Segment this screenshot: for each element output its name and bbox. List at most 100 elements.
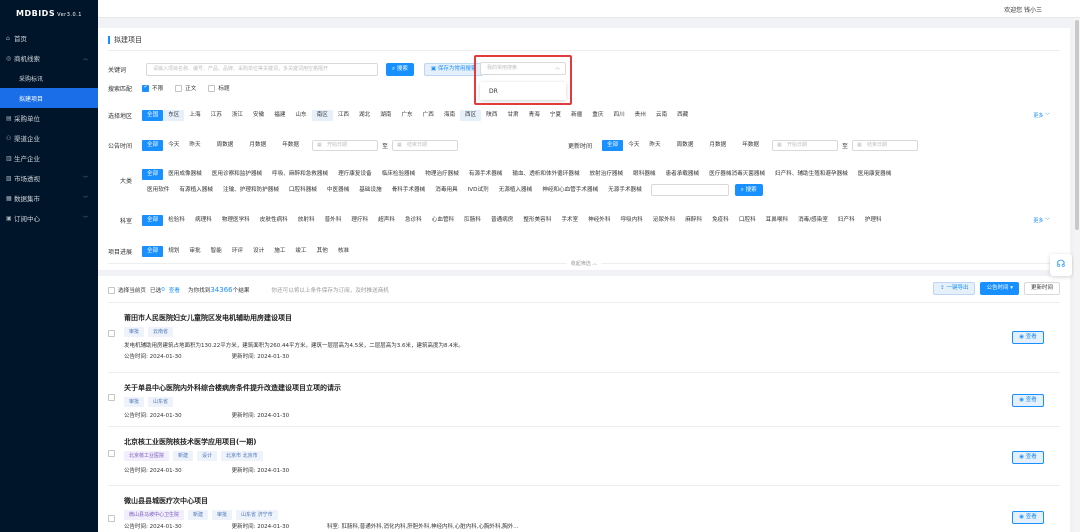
department-tag[interactable]: 病理科 bbox=[190, 215, 217, 226]
view-button[interactable]: ◉ 查看 bbox=[1012, 511, 1044, 524]
progress-tag[interactable]: 施工 bbox=[269, 246, 290, 257]
progress-tag[interactable]: 环评 bbox=[227, 246, 248, 257]
category-tag[interactable]: 无源植入器械 bbox=[494, 185, 538, 196]
update-time-tag[interactable]: 月数据 bbox=[704, 140, 731, 151]
select-page-checkbox[interactable] bbox=[108, 286, 115, 294]
list-item[interactable]: 关于单县中心医院内外科综合楼病房条件提升改造建设项目立项的请示 审批 山东省 公… bbox=[108, 372, 1060, 422]
match-unlimited-checkbox[interactable] bbox=[142, 83, 149, 92]
update-start-date[interactable]: 开始日期 bbox=[772, 139, 839, 151]
department-tag[interactable]: 免疫科 bbox=[707, 215, 734, 226]
department-tag[interactable]: 普通病房 bbox=[486, 215, 518, 226]
publish-time-tag[interactable]: 昨天 bbox=[184, 140, 205, 151]
list-item[interactable]: 微山县县城医疗次中心项目 微山县马坡中心卫生院 新建 审批 山东省 济宁市 公告… bbox=[108, 485, 1060, 532]
publish-time-tag[interactable]: 今天 bbox=[163, 140, 184, 151]
list-item[interactable]: 莆田市人民医院妇女儿童院区发电机辅助用房建设项目 审批 云南省 发电机辅助用房建… bbox=[108, 302, 1060, 368]
progress-tag[interactable]: 审批 bbox=[184, 246, 205, 257]
sidebar-item-leads[interactable]: ◎ 商机线索 ︿ bbox=[0, 48, 98, 68]
export-button[interactable]: ⇪ 一键导出 bbox=[933, 282, 976, 295]
region-tag[interactable]: 青海 bbox=[524, 110, 545, 121]
progress-tag[interactable]: 其他 bbox=[312, 246, 333, 257]
category-tag[interactable]: IVD试剂 bbox=[463, 185, 494, 196]
region-tag[interactable]: 福建 bbox=[269, 110, 290, 121]
department-tag[interactable]: 普外科 bbox=[320, 215, 347, 226]
sort-update-time-button[interactable]: 更新时间 bbox=[1023, 282, 1060, 295]
match-title-checkbox[interactable] bbox=[208, 84, 216, 92]
project-title[interactable]: 关于单县中心医院内外科综合楼病房条件提升改造建设项目立项的请示 bbox=[124, 383, 341, 393]
sidebar-item-channels[interactable]: ⚇ 渠道企业 bbox=[0, 128, 98, 148]
category-search-input[interactable] bbox=[650, 184, 729, 196]
view-button[interactable]: ◉ 查看 bbox=[1012, 394, 1044, 407]
list-item[interactable]: 北京核工业医院核技术医学应用项目(一期) 北京核工业医院 新建 设计 北京市 北… bbox=[108, 426, 1060, 482]
region-tag[interactable]: 江苏 bbox=[206, 110, 227, 121]
category-tag[interactable]: 患者承载器械 bbox=[661, 169, 705, 180]
update-time-tag[interactable]: 年数据 bbox=[737, 140, 764, 151]
match-body-checkbox[interactable] bbox=[175, 84, 183, 92]
region-tag[interactable]: 新疆 bbox=[566, 110, 587, 121]
region-tag[interactable]: 安徽 bbox=[248, 110, 269, 121]
category-tag[interactable]: 消毒用具 bbox=[430, 185, 462, 196]
department-tag[interactable]: 皮肤性病科 bbox=[255, 215, 293, 226]
region-tag[interactable]: 宁夏 bbox=[545, 110, 566, 121]
publish-start-date[interactable]: 开始日期 bbox=[312, 139, 378, 151]
department-tag[interactable]: 急诊科 bbox=[400, 215, 427, 226]
category-tag[interactable]: 医用成像器械 bbox=[163, 169, 207, 180]
category-tag[interactable]: 骨科手术器械 bbox=[387, 185, 431, 196]
progress-tag[interactable]: 全部 bbox=[142, 245, 164, 257]
department-tag[interactable]: 整形美容科 bbox=[518, 215, 556, 226]
department-more-button[interactable]: 更多 ﹀ bbox=[1033, 217, 1050, 224]
department-tag[interactable]: 口腔科 bbox=[734, 215, 761, 226]
category-tag[interactable]: 注输、护理和防护器械 bbox=[218, 185, 284, 196]
category-tag[interactable]: 中医器械 bbox=[322, 185, 354, 196]
region-tag[interactable]: 贵州 bbox=[630, 110, 651, 121]
department-tag[interactable]: 物理医学科 bbox=[217, 215, 255, 226]
region-tag[interactable]: 甘肃 bbox=[502, 110, 523, 121]
update-time-tag[interactable]: 全部 bbox=[602, 139, 624, 151]
item-checkbox[interactable] bbox=[108, 515, 115, 523]
department-tag[interactable]: 心血管科 bbox=[427, 215, 459, 226]
department-tag[interactable]: 消毒/感染室 bbox=[793, 215, 833, 226]
category-tag[interactable]: 口腔科器械 bbox=[284, 185, 322, 196]
progress-tag[interactable]: 设计 bbox=[248, 246, 269, 257]
department-tag[interactable]: 泌尿外科 bbox=[648, 215, 680, 226]
department-tag[interactable]: 肛肠科 bbox=[459, 215, 486, 226]
department-tag[interactable]: 检验科 bbox=[163, 215, 190, 226]
category-search-button[interactable]: ⌕ 搜索 bbox=[734, 184, 763, 196]
region-tag[interactable]: 山东 bbox=[290, 110, 311, 121]
category-tag[interactable]: 理疗康复设备 bbox=[333, 169, 377, 180]
region-tag[interactable]: 东区 bbox=[163, 109, 185, 121]
sidebar-item-purchasers[interactable]: ▤ 采购单位 bbox=[0, 108, 98, 128]
category-tag[interactable]: 放射治疗器械 bbox=[585, 169, 629, 180]
department-tag[interactable]: 全部 bbox=[142, 214, 164, 226]
category-tag[interactable]: 医用康复器械 bbox=[853, 169, 897, 180]
view-button[interactable]: ◉ 查看 bbox=[1012, 451, 1044, 464]
category-tag[interactable]: 有源植入器械 bbox=[174, 185, 218, 196]
department-tag[interactable]: 放射科 bbox=[293, 215, 320, 226]
collapse-filter-button[interactable]: 收起筛选 ︿ bbox=[98, 260, 1070, 267]
category-tag[interactable]: 基础设施 bbox=[354, 185, 386, 196]
region-tag[interactable]: 南区 bbox=[311, 109, 333, 121]
view-button[interactable]: ◉ 查看 bbox=[1012, 331, 1044, 344]
view-selected-link[interactable]: 查看 bbox=[169, 286, 180, 294]
category-tag[interactable]: 有源手术器械 bbox=[464, 169, 508, 180]
region-tag[interactable]: 海南 bbox=[439, 110, 460, 121]
region-tag[interactable]: 江西 bbox=[333, 110, 354, 121]
sidebar-item-manufacturers[interactable]: ▥ 生产企业 bbox=[0, 148, 98, 168]
headset-icon[interactable]: ☊ bbox=[1050, 254, 1072, 276]
region-tag[interactable]: 西藏 bbox=[672, 110, 693, 121]
publish-time-tag[interactable]: 全部 bbox=[142, 139, 164, 151]
department-tag[interactable]: 妇产科 bbox=[833, 215, 860, 226]
region-tag[interactable]: 全国 bbox=[142, 109, 164, 121]
keyword-search-button[interactable]: ⌕ 搜索 bbox=[386, 62, 414, 76]
category-tag[interactable]: 临床检验器械 bbox=[377, 169, 421, 180]
category-tag[interactable]: 物理治疗器械 bbox=[420, 169, 464, 180]
region-more-button[interactable]: 更多 ﹀ bbox=[1033, 112, 1050, 119]
department-tag[interactable]: 麻醉科 bbox=[680, 215, 707, 226]
category-tag[interactable]: 医用诊察和监护器械 bbox=[207, 169, 267, 180]
sidebar-item-datamart[interactable]: ▦ 数据集市 ﹀ bbox=[0, 188, 98, 208]
department-tag[interactable]: 手术室 bbox=[556, 215, 583, 226]
category-tag[interactable]: 输血、透析和体外循环器械 bbox=[507, 169, 584, 180]
region-tag[interactable]: 西区 bbox=[460, 109, 482, 121]
update-time-tag[interactable]: 昨天 bbox=[644, 140, 665, 151]
keyword-input[interactable]: 请输入项目名称、编号、产品、品牌、采购单位等关键词，多关键词用空格隔开 bbox=[146, 62, 378, 76]
department-tag[interactable]: 护理科 bbox=[860, 215, 887, 226]
